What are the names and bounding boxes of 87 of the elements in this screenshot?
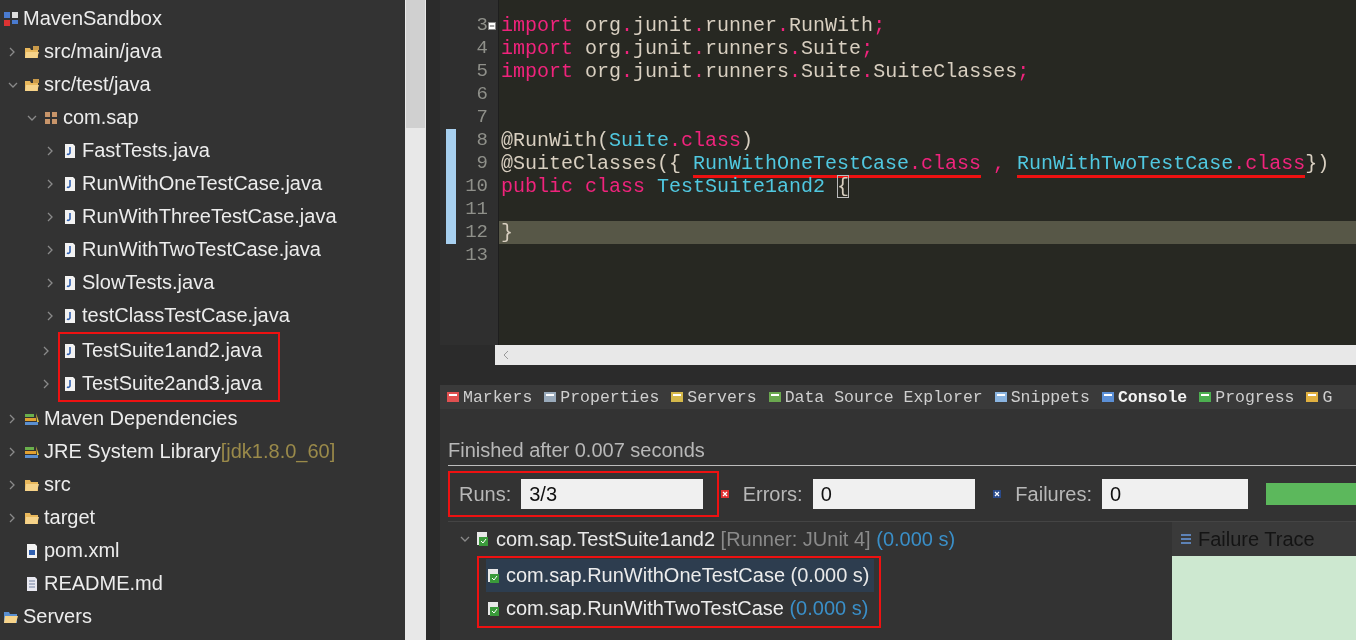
tree-item[interactable]: pom.xml — [0, 534, 124, 567]
line-number: 8 — [475, 129, 488, 152]
view-tab[interactable]: Servers — [670, 387, 757, 407]
tree-item[interactable]: TestSuite2and3.java — [60, 367, 267, 400]
code-line: import org.junit.runners.Suite.SuiteClasses; — [500, 60, 1031, 83]
tree-item[interactable]: SlowTests.java — [0, 266, 219, 299]
test-case-item[interactable]: com.sap.RunWithOneTestCase (0.000 s) — [486, 559, 874, 592]
view-tab[interactable]: Console — [1100, 387, 1188, 407]
java-file-icon — [62, 342, 78, 359]
code-line: @RunWith(Suite.class) — [500, 129, 755, 152]
data-source-view-icon — [767, 390, 782, 404]
line-number: 10 — [464, 175, 488, 198]
line-number: 11 — [464, 198, 488, 221]
markers-view-icon — [446, 390, 460, 404]
java-file-icon — [62, 208, 78, 225]
tree-item[interactable]: Maven Dependencies — [0, 402, 242, 435]
tree-item[interactable]: RunWithThreeTestCase.java — [0, 200, 341, 233]
counter-label: Runs: — [459, 482, 512, 506]
tree-item[interactable]: FastTests.java — [0, 134, 214, 167]
failure-icon — [993, 490, 1002, 498]
test-case-item[interactable]: com.sap.RunWithTwoTestCase (0.000 s) — [486, 592, 874, 625]
line-number: 7 — [475, 106, 488, 129]
view-tab[interactable]: Data Source Explorer — [767, 387, 983, 407]
line-number: 12 — [464, 221, 488, 244]
tree-item[interactable]: src/test/java — [0, 68, 155, 101]
counter-label: Failures: — [1015, 482, 1093, 506]
java-file-icon — [62, 274, 78, 291]
tree-item[interactable]: JRE System Library[jdk1.8.0_60] — [0, 435, 340, 468]
progress-view-icon — [1198, 390, 1213, 404]
package-icon — [43, 109, 59, 126]
java-file-icon — [62, 142, 78, 159]
source-folder-icon — [24, 76, 40, 93]
tree-item[interactable]: src — [0, 468, 75, 501]
code-line: @SuiteClasses({ RunWithOneTestCase.class , RunWithTwoTestCase.class}) — [499, 152, 1356, 175]
tree-item[interactable]: target — [0, 501, 100, 534]
git-view-icon — [1305, 390, 1320, 404]
counter-field: 0 — [1102, 479, 1248, 509]
source-folder-icon — [24, 43, 40, 60]
tree-item[interactable]: README.md — [0, 567, 167, 600]
counter-label: Errors: — [742, 482, 803, 506]
scroll-left-icon[interactable] — [503, 350, 509, 360]
counter-field: 3/3 — [521, 479, 703, 509]
test-passed-icon — [486, 567, 502, 584]
java-file-icon — [62, 241, 78, 258]
test-passed-icon — [486, 600, 502, 617]
status-text: Finished after 0.007 seconds — [448, 439, 1356, 466]
java-file-icon — [62, 175, 78, 192]
error-icon — [720, 490, 729, 498]
text-file-icon — [24, 575, 40, 592]
line-number: 4 — [475, 37, 488, 60]
view-tab[interactable]: G — [1305, 387, 1333, 407]
view-tab[interactable]: Properties — [543, 387, 660, 407]
code-line: import org.junit.runners.Suite; — [500, 37, 875, 60]
line-number: 6 — [475, 83, 488, 106]
code-line: public class TestSuite1and2 { — [500, 175, 851, 198]
tree-item[interactable]: MavenSandbox — [0, 2, 166, 35]
line-number: 13 — [464, 244, 488, 267]
tree-item[interactable]: testClassTestCase.java — [0, 299, 294, 332]
tree-item[interactable]: RunWithTwoTestCase.java — [0, 233, 325, 266]
line-number: 9 — [475, 152, 488, 175]
tree-item[interactable]: Servers — [0, 600, 96, 633]
project-icon — [3, 10, 19, 27]
tree-item[interactable]: TestSuite1and2.java — [60, 334, 267, 367]
line-number: 5 — [475, 60, 488, 83]
test-suite-icon — [475, 531, 491, 547]
test-suite-item[interactable]: com.sap.TestSuite1and2 [Runner: JUnit 4] (0.000 s) — [460, 522, 956, 556]
servers-view-icon — [670, 390, 685, 404]
scrollbar-thumb[interactable] — [406, 0, 425, 128]
view-tab[interactable]: Markers — [446, 387, 533, 407]
snippets-view-icon — [993, 390, 1008, 404]
view-tab[interactable]: Progress — [1198, 387, 1295, 407]
console-view-icon — [1100, 390, 1115, 404]
xml-file-icon — [24, 542, 40, 559]
vertical-scrollbar[interactable] — [405, 0, 426, 640]
tree-item[interactable]: RunWithOneTestCase.java — [0, 167, 327, 200]
properties-view-icon — [543, 390, 558, 404]
horizontal-scrollbar[interactable] — [495, 345, 1356, 365]
counter-field: 0 — [812, 479, 976, 509]
line-number: 3 — [475, 14, 488, 37]
view-tab[interactable]: Snippets — [993, 387, 1090, 407]
fold-icon[interactable] — [488, 21, 496, 30]
tree-item[interactable]: com.sap — [0, 101, 143, 134]
tree-item[interactable]: src/main/java — [0, 35, 166, 68]
list-icon — [1180, 533, 1192, 545]
code-line: import org.junit.runner.RunWith; — [500, 14, 887, 37]
java-file-icon — [62, 307, 78, 324]
java-file-icon — [62, 375, 78, 392]
